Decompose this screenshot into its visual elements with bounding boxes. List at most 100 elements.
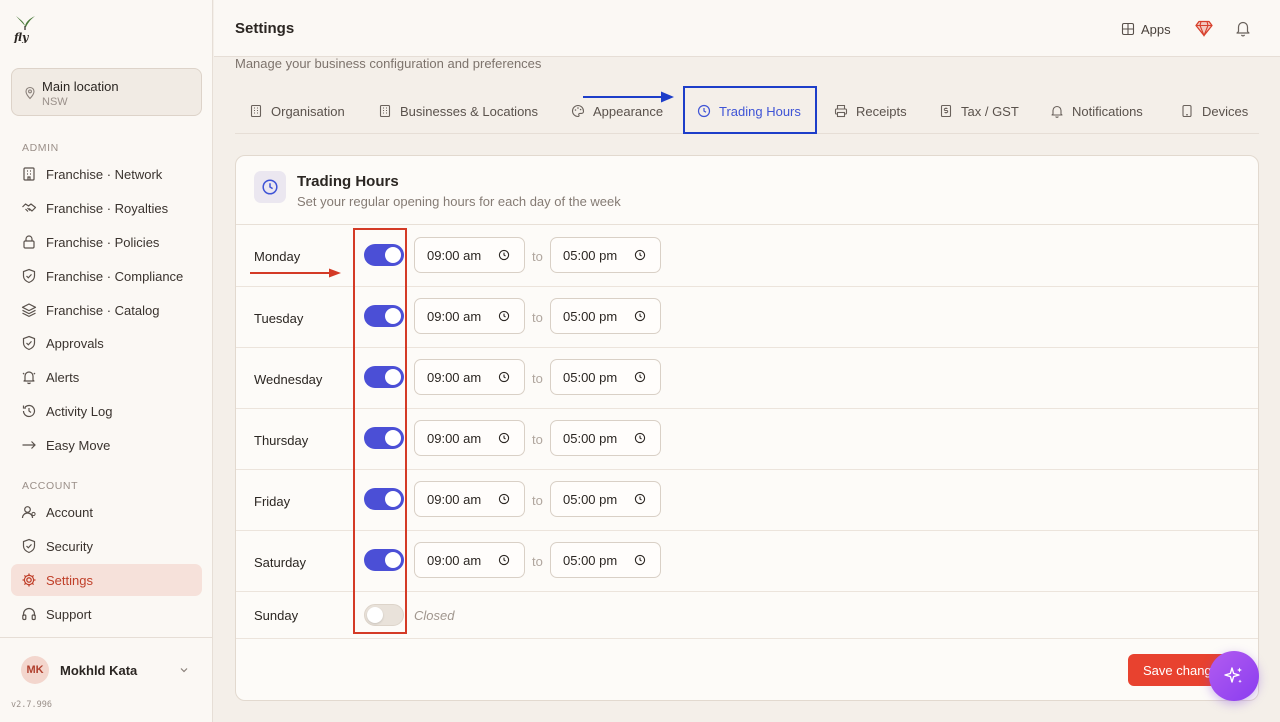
clock-icon xyxy=(498,493,510,505)
day-row-sunday: Sunday Closed xyxy=(236,592,1258,639)
day-name: Monday xyxy=(254,249,301,264)
sidebar-item-label: Support xyxy=(46,606,92,622)
day-row-thursday: Thursday 09:00 am to 05:00 pm xyxy=(236,409,1258,470)
close-time-input[interactable]: 05:00 pm xyxy=(550,237,661,273)
apps-button[interactable]: Apps xyxy=(1121,19,1171,39)
sidebar-item-security[interactable]: Security xyxy=(11,530,202,562)
clock-icon xyxy=(498,310,510,322)
page-title: Settings xyxy=(235,20,295,37)
app-version: v2.7.996 xyxy=(11,700,52,710)
tab-label: Appearance xyxy=(593,103,664,119)
sidebar-item-activity-log[interactable]: Activity Log xyxy=(11,395,202,427)
handshake-icon xyxy=(22,203,37,212)
sidebar-item-approvals[interactable]: Approvals xyxy=(11,327,202,359)
day-name: Tuesday xyxy=(254,311,304,326)
open-time-input[interactable]: 09:00 am xyxy=(414,298,525,334)
close-time-value: 05:00 pm xyxy=(563,491,618,507)
gem-icon[interactable] xyxy=(1195,20,1213,37)
sidebar-item-easy-move[interactable]: Easy Move xyxy=(11,429,202,461)
sidebar-item-franchise-royalties[interactable]: Franchise · Royalties xyxy=(11,192,202,224)
tab-receipts[interactable]: Receipts xyxy=(834,88,907,134)
open-time-value: 09:00 am xyxy=(427,552,482,568)
tab-tax-gst[interactable]: Tax / GST xyxy=(939,88,1019,134)
day-name: Thursday xyxy=(254,433,309,448)
close-time-input[interactable]: 05:00 pm xyxy=(550,359,661,395)
user-menu[interactable]: MK Mokhld Kata xyxy=(11,652,202,688)
sidebar-item-alerts[interactable]: Alerts xyxy=(11,361,202,393)
card-description: Set your regular opening hours for each … xyxy=(297,194,621,209)
layers-icon xyxy=(21,303,37,317)
sidebar-item-label: Franchise · Royalties xyxy=(46,200,169,216)
close-time-input[interactable]: 05:00 pm xyxy=(550,298,661,334)
clock-icon xyxy=(697,104,711,118)
open-time-value: 09:00 am xyxy=(427,247,482,263)
sidebar-item-support[interactable]: Support xyxy=(11,598,202,630)
sidebar-item-franchise-policies[interactable]: Franchise · Policies xyxy=(11,226,202,258)
tab-label: Businesses & Locations xyxy=(400,103,539,119)
clock-icon xyxy=(634,493,646,505)
admin-section-label: ADMIN xyxy=(22,142,59,154)
open-time-input[interactable]: 09:00 am xyxy=(414,542,525,578)
location-switcher[interactable]: Main location NSW xyxy=(11,68,202,116)
arrow-right-icon xyxy=(22,441,36,449)
tab-label: Tax / GST xyxy=(961,103,1019,119)
sidebar-item-franchise-catalog[interactable]: Franchise · Catalog xyxy=(11,294,202,326)
tab-notifications[interactable]: Notifications xyxy=(1050,88,1143,134)
ai-assistant-button[interactable] xyxy=(1209,651,1259,701)
close-time-input[interactable]: 05:00 pm xyxy=(550,481,661,517)
day-row-monday: Monday 09:00 am to 05:00 pm xyxy=(236,226,1258,287)
open-time-input[interactable]: 09:00 am xyxy=(414,359,525,395)
close-time-input[interactable]: 05:00 pm xyxy=(550,420,661,456)
fly-logo[interactable]: fly xyxy=(12,13,38,43)
close-time-value: 05:00 pm xyxy=(563,369,618,385)
headset-icon xyxy=(22,607,36,621)
open-toggle[interactable] xyxy=(364,604,404,626)
history-icon xyxy=(22,404,36,418)
clock-icon xyxy=(498,554,510,566)
tab-label: Devices xyxy=(1202,103,1249,119)
tab-trading-hours[interactable]: Trading Hours xyxy=(697,88,801,134)
to-label: to xyxy=(532,310,543,325)
closed-label: Closed xyxy=(414,608,455,623)
sidebar-item-settings[interactable]: Settings xyxy=(11,564,202,596)
sidebar-item-franchise-network[interactable]: Franchise · Network xyxy=(11,158,202,190)
open-time-input[interactable]: 09:00 am xyxy=(414,420,525,456)
page-subtitle: Manage your business configuration and p… xyxy=(235,56,542,71)
tab-businesses-locations[interactable]: Businesses & Locations xyxy=(378,88,538,134)
open-toggle[interactable] xyxy=(364,427,404,449)
svg-text:fly: fly xyxy=(13,31,30,43)
open-toggle[interactable] xyxy=(364,488,404,510)
tab-organisation[interactable]: Organisation xyxy=(249,88,345,134)
close-time-value: 05:00 pm xyxy=(563,552,618,568)
close-time-value: 05:00 pm xyxy=(563,247,618,263)
open-time-value: 09:00 am xyxy=(427,369,482,385)
day-row-tuesday: Tuesday 09:00 am to 05:00 pm xyxy=(236,287,1258,348)
tab-devices[interactable]: Devices xyxy=(1180,88,1248,134)
receipt-icon xyxy=(940,104,952,118)
clock-icon xyxy=(498,371,510,383)
sidebar-item-label: Account xyxy=(46,504,93,520)
open-time-input[interactable]: 09:00 am xyxy=(414,237,525,273)
sidebar-item-account[interactable]: Account xyxy=(11,496,202,528)
sidebar-item-franchise-compliance[interactable]: Franchise · Compliance xyxy=(11,260,202,292)
open-toggle[interactable] xyxy=(364,366,404,388)
open-toggle[interactable] xyxy=(364,244,404,266)
sidebar-item-label: Franchise · Policies xyxy=(46,234,160,250)
sidebar-item-label: Approvals xyxy=(46,335,104,351)
day-row-saturday: Saturday 09:00 am to 05:00 pm xyxy=(236,531,1258,592)
sidebar-item-label: Settings xyxy=(46,572,93,588)
to-label: to xyxy=(532,554,543,569)
user-icon xyxy=(21,506,36,519)
to-label: to xyxy=(532,432,543,447)
tab-label: Trading Hours xyxy=(719,103,801,119)
settings-tabs: Organisation Businesses & Locations Appe… xyxy=(235,88,1259,134)
day-row-wednesday: Wednesday 09:00 am to 05:00 pm xyxy=(236,348,1258,409)
open-toggle[interactable] xyxy=(364,549,404,571)
day-name: Sunday xyxy=(254,608,299,623)
gear-icon xyxy=(22,573,36,587)
bell-icon[interactable] xyxy=(1235,19,1251,37)
open-toggle[interactable] xyxy=(364,305,404,327)
close-time-input[interactable]: 05:00 pm xyxy=(550,542,661,578)
chevron-down-icon xyxy=(180,668,188,673)
open-time-input[interactable]: 09:00 am xyxy=(414,481,525,517)
